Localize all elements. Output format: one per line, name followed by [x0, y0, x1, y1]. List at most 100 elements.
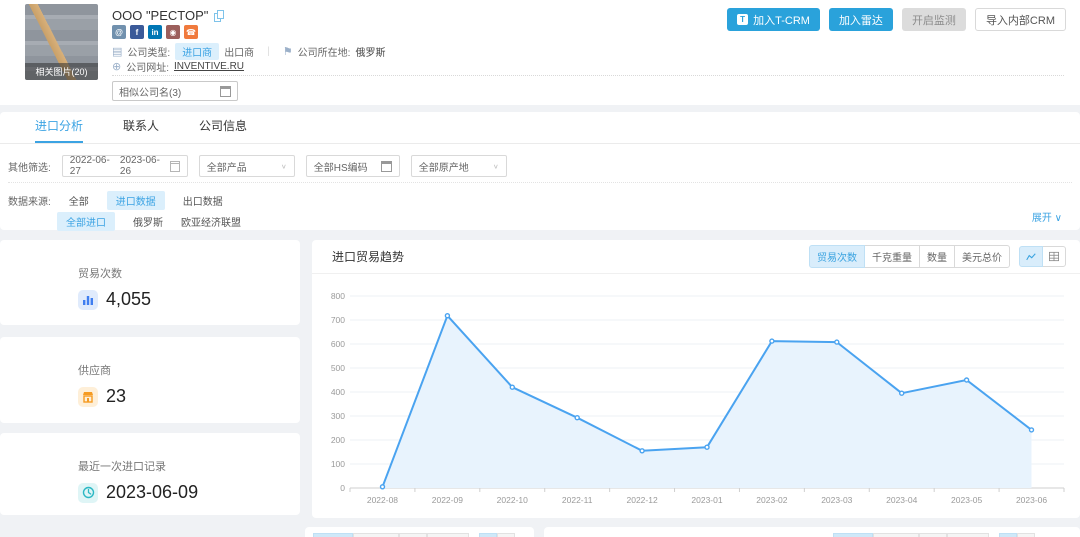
table-view-icon[interactable] [1042, 246, 1066, 267]
page: 相关图片(20) OOO "PECTOP" @ f in ◉ ☎ ▤ 公司类型:… [0, 0, 1080, 537]
metric-button-group: 贸易次数 千克重量 数量 美元总价 [810, 245, 1010, 268]
copy-icon[interactable] [214, 10, 224, 21]
importer-tag[interactable]: 进口商 [175, 43, 219, 60]
sub-all-import[interactable]: 全部进口 [57, 212, 115, 231]
header-actions: T 加入T-CRM 加入雷达 开启监测 导入内部CRM [727, 8, 1066, 31]
svg-text:2023-01: 2023-01 [691, 495, 722, 505]
stat-card-trade-count: 贸易次数 4,055 [0, 240, 300, 325]
website-icon[interactable]: @ [112, 25, 126, 39]
metric-quantity-button[interactable]: 数量 [919, 245, 955, 268]
svg-text:2023-02: 2023-02 [756, 495, 787, 505]
analysis-panel: 进口分析 联系人 公司信息 其他筛选: 2022-06-27 2023-06-2… [0, 112, 1080, 230]
stat-label: 供应商 [78, 362, 300, 378]
svg-text:100: 100 [331, 459, 345, 469]
data-source-row: 数据来源: 全部 进口数据 出口数据 [8, 191, 223, 210]
stat-card-suppliers: 供应商 23 [0, 337, 300, 423]
related-images-label: 相关图片(20) [25, 63, 98, 80]
similar-companies-box[interactable]: 相似公司名(3) [112, 81, 238, 101]
stat-label: 最近一次进口记录 [78, 458, 300, 474]
tab-company-info[interactable]: 公司信息 [199, 112, 247, 143]
company-name: OOO "PECTOP" [112, 8, 224, 23]
add-tcrm-button[interactable]: T 加入T-CRM [727, 8, 820, 31]
svg-text:300: 300 [331, 411, 345, 421]
svg-text:2022-08: 2022-08 [367, 495, 398, 505]
sub-russia[interactable]: 俄罗斯 [133, 214, 163, 229]
location-icon: ⚑ [283, 47, 293, 57]
globe-icon: ⊕ [112, 62, 121, 72]
product-select[interactable]: 全部产品 ∨ [199, 155, 295, 177]
company-photo[interactable]: 相关图片(20) [25, 4, 98, 80]
window-icon [220, 86, 231, 97]
metric-trade-count-button[interactable]: 贸易次数 [809, 245, 865, 268]
line-chart-view-icon[interactable] [1019, 246, 1043, 267]
source-export-data[interactable]: 出口数据 [183, 193, 223, 208]
stat-value: 2023-06-09 [106, 482, 198, 503]
chart-controls: 贸易次数 千克重量 数量 美元总价 [810, 245, 1066, 268]
origin-select[interactable]: 全部原产地 ∨ [411, 155, 507, 177]
stat-value: 4,055 [106, 289, 151, 310]
stat-card-last-import: 最近一次进口记录 2023-06-09 [0, 433, 300, 515]
trend-line-chart: 0 100 200 300 400 500 600 700 800 2022-08 2022-09 2… [322, 284, 1072, 514]
svg-text:0: 0 [340, 483, 345, 493]
chart-title: 进口贸易趋势 [332, 248, 404, 265]
phone-icon[interactable]: ☎ [184, 25, 198, 39]
svg-text:2022-11: 2022-11 [562, 495, 593, 505]
date-end: 2023-06-26 [120, 155, 164, 177]
company-type-row: ▤ 公司类型: 进口商 出口商 | ⚑ 公司所在地: 俄罗斯 [112, 43, 385, 60]
clock-icon [78, 483, 98, 503]
photo-icon[interactable]: ◉ [166, 25, 180, 39]
svg-text:200: 200 [331, 435, 345, 445]
company-website-row: ⊕ 公司网址: INVENTIVE.RU [112, 59, 244, 74]
date-start: 2022-06-27 [70, 155, 114, 177]
window-icon [381, 161, 392, 172]
import-crm-button[interactable]: 导入内部CRM [975, 8, 1066, 31]
svg-text:500: 500 [331, 363, 345, 373]
calendar-icon [170, 161, 180, 172]
svg-text:2022-10: 2022-10 [497, 495, 528, 505]
svg-text:2023-06: 2023-06 [1016, 495, 1047, 505]
date-range-picker[interactable]: 2022-06-27 2023-06-26 [62, 155, 188, 177]
location-value: 俄罗斯 [355, 44, 385, 59]
svg-text:600: 600 [331, 339, 345, 349]
chevron-down-icon: ∨ [493, 162, 499, 169]
hs-code-select[interactable]: 全部HS编码 [306, 155, 400, 177]
website-link[interactable]: INVENTIVE.RU [174, 61, 244, 72]
expand-toggle[interactable]: 展开 ∨ [1032, 209, 1062, 224]
source-import-data[interactable]: 进口数据 [107, 191, 165, 210]
tab-import-analysis[interactable]: 进口分析 [35, 112, 83, 143]
metric-usd-total-button[interactable]: 美元总价 [954, 245, 1010, 268]
data-source-sub-row: 全部进口 俄罗斯 欧亚经济联盟 [57, 212, 241, 231]
company-header: 相关图片(20) OOO "PECTOP" @ f in ◉ ☎ ▤ 公司类型:… [0, 0, 1080, 105]
add-radar-button[interactable]: 加入雷达 [829, 8, 893, 31]
metric-kg-weight-button[interactable]: 千克重量 [864, 245, 920, 268]
filter-row: 其他筛选: 2022-06-27 2023-06-26 全部产品 ∨ 全部HS编… [8, 155, 507, 177]
svg-text:2023-03: 2023-03 [821, 495, 852, 505]
source-all[interactable]: 全部 [69, 193, 89, 208]
linkedin-icon[interactable]: in [148, 25, 162, 39]
exporter-label[interactable]: 出口商 [224, 44, 254, 59]
partial-card-right [544, 527, 1080, 537]
data-source-label: 数据来源: [8, 193, 51, 208]
sub-eaeu[interactable]: 欧亚经济联盟 [181, 214, 241, 229]
import-trend-card: 进口贸易趋势 贸易次数 千克重量 数量 美元总价 010020 [312, 240, 1080, 518]
stat-label: 贸易次数 [78, 265, 300, 281]
building-icon: ▤ [112, 47, 122, 57]
chevron-down-icon: ∨ [281, 162, 287, 169]
svg-text:2023-04: 2023-04 [886, 495, 917, 505]
facebook-icon[interactable]: f [130, 25, 144, 39]
svg-text:700: 700 [331, 315, 345, 325]
tab-contacts[interactable]: 联系人 [123, 112, 159, 143]
bar-chart-icon [78, 290, 98, 310]
svg-text:400: 400 [331, 387, 345, 397]
social-links: @ f in ◉ ☎ [112, 25, 198, 39]
svg-text:800: 800 [331, 291, 345, 301]
filter-divider [8, 182, 1072, 183]
tcrm-icon: T [737, 14, 748, 25]
partial-card-left [305, 527, 534, 537]
svg-text:2022-12: 2022-12 [626, 495, 657, 505]
svg-text:2022-09: 2022-09 [432, 495, 463, 505]
start-monitor-button[interactable]: 开启监测 [902, 8, 966, 31]
filter-label: 其他筛选: [8, 159, 51, 174]
stat-value: 23 [106, 386, 126, 407]
tab-bar: 进口分析 联系人 公司信息 [0, 112, 1080, 144]
